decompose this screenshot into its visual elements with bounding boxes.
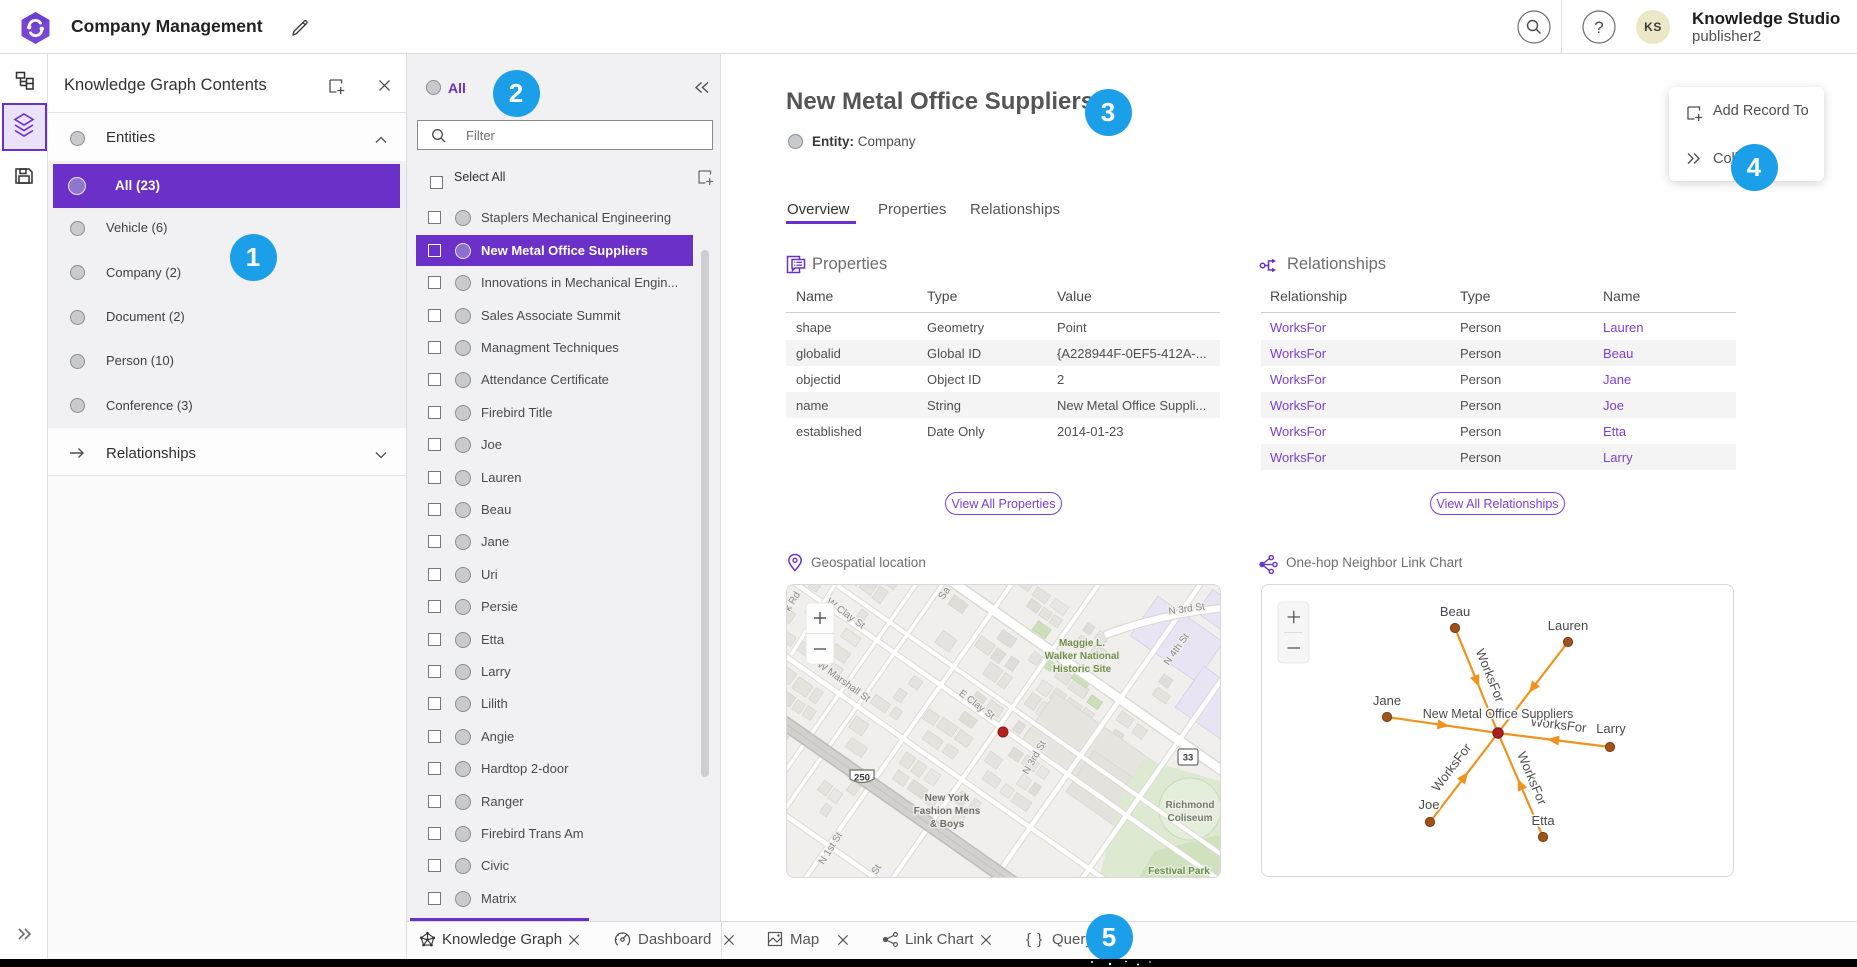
svg-text:Larry: Larry: [1596, 721, 1626, 736]
svg-text:Fashion Mens: Fashion Mens: [914, 806, 981, 817]
svg-text:Beau: Beau: [1440, 604, 1470, 619]
svg-text:New York: New York: [925, 793, 970, 804]
svg-text:Coliseum: Coliseum: [1167, 813, 1212, 824]
svg-text:Lauren: Lauren: [1548, 618, 1588, 633]
svg-text:Historic Site: Historic Site: [1053, 664, 1112, 675]
svg-text:33: 33: [1183, 753, 1194, 764]
svg-text:Walker National: Walker National: [1045, 651, 1120, 662]
svg-text:& Boys: & Boys: [930, 819, 965, 830]
svg-text:New Metal Office Suppliers: New Metal Office Suppliers: [1423, 707, 1574, 721]
svg-text:?: ?: [1594, 18, 1603, 37]
svg-text:Etta: Etta: [1531, 813, 1555, 828]
svg-text:250: 250: [854, 773, 870, 784]
svg-text:Joe: Joe: [1419, 797, 1440, 812]
svg-text:WorksFor: WorksFor: [1514, 749, 1550, 807]
svg-text:Maggie L.: Maggie L.: [1059, 638, 1105, 649]
svg-text:Festival Park: Festival Park: [1148, 866, 1210, 877]
svg-text:Jane: Jane: [1373, 693, 1401, 708]
svg-text:Richmond: Richmond: [1166, 800, 1215, 811]
svg-text:WorksFor: WorksFor: [1429, 740, 1475, 794]
